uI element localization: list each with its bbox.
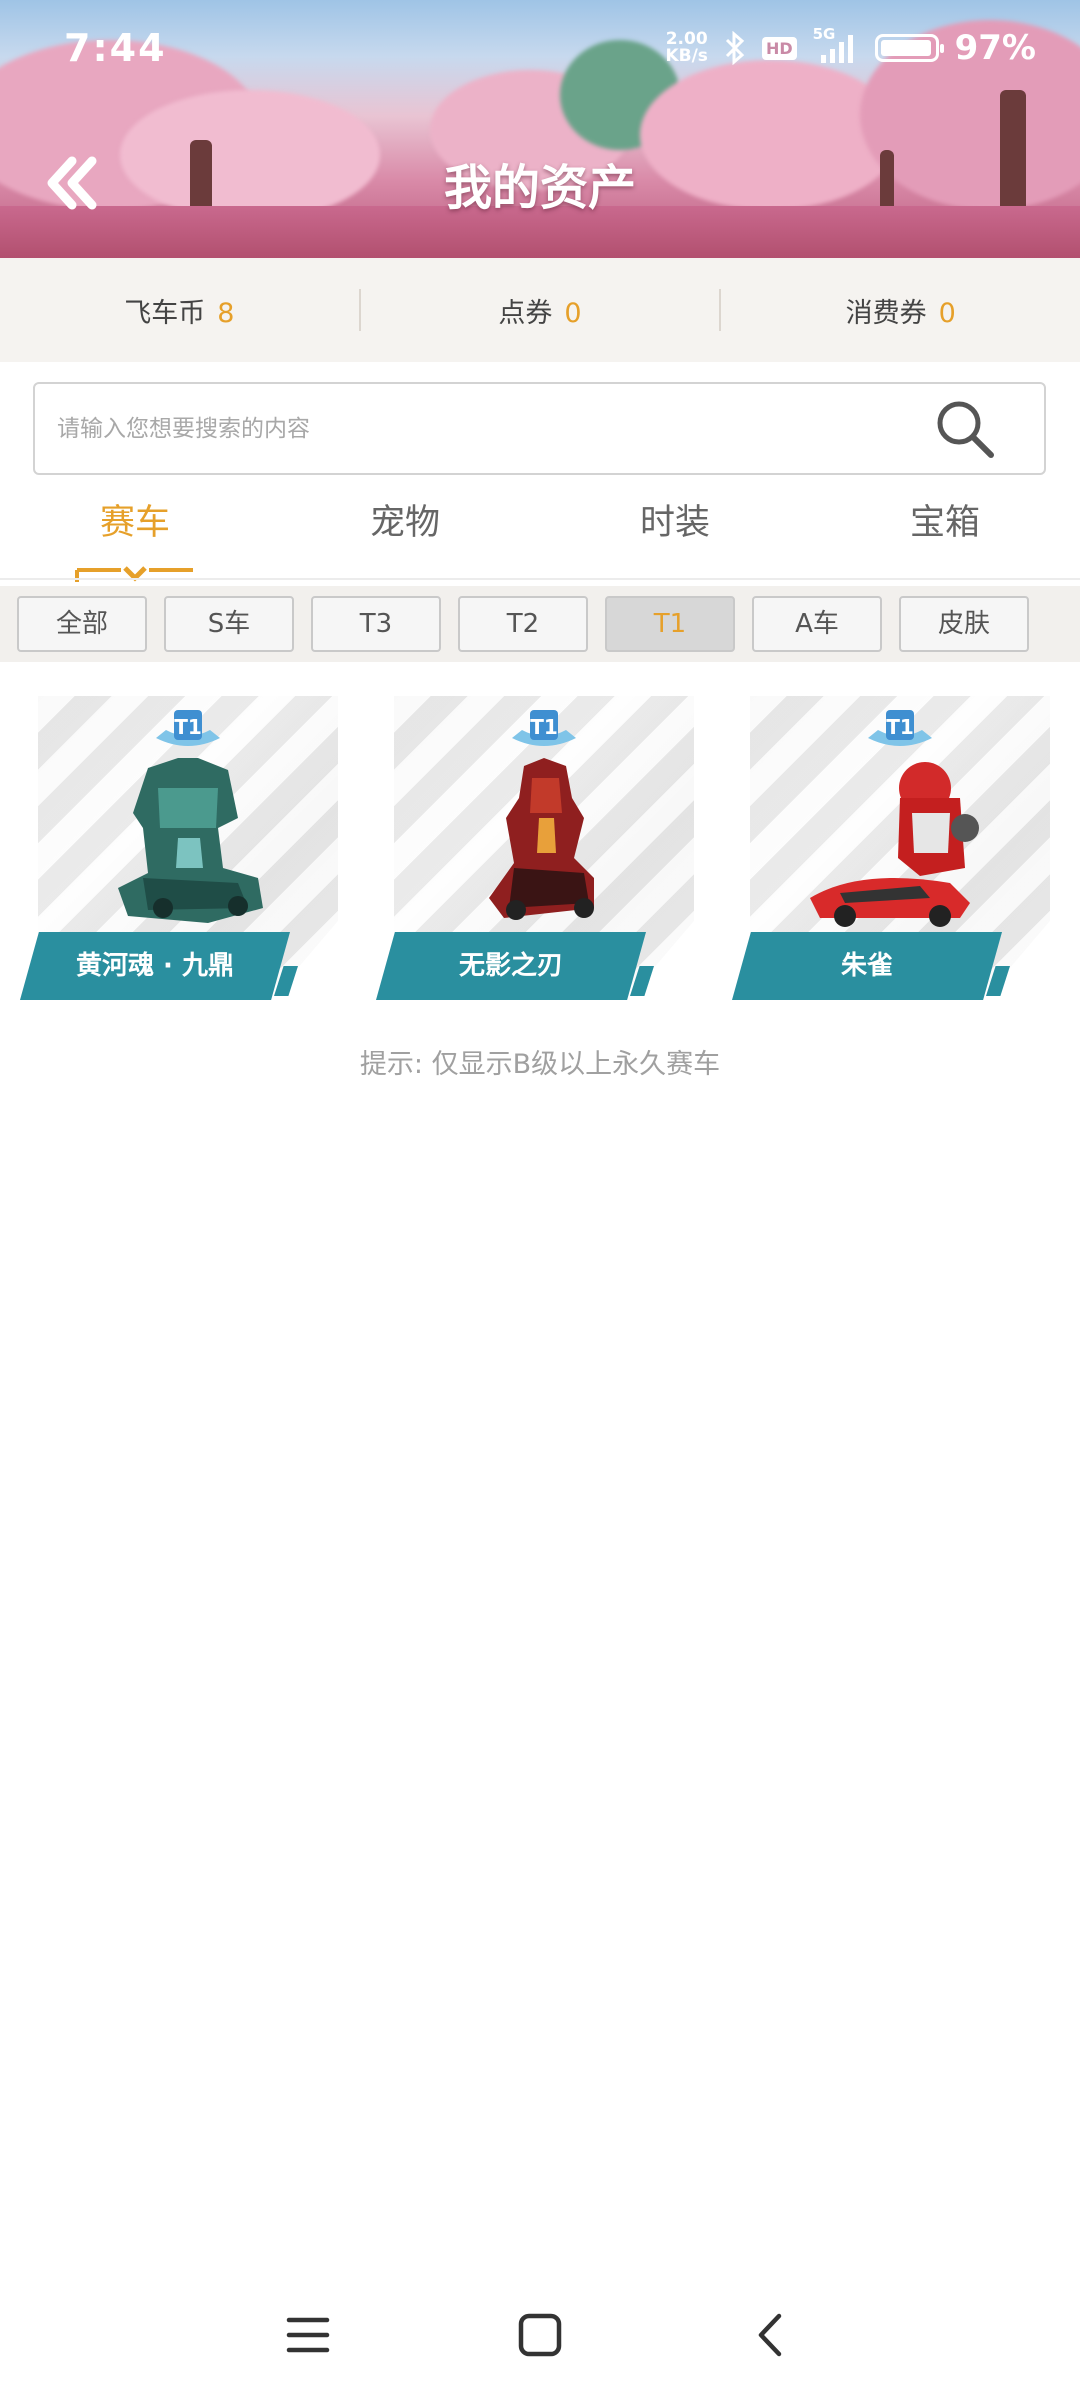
header-banner: 7:44 2.00 KB/s HD 5G 97% 我的资产 — [0, 0, 1080, 258]
menu-button[interactable] — [281, 2308, 335, 2362]
active-tab-indicator — [75, 566, 193, 582]
tab-label: 宝箱 — [909, 503, 980, 543]
search-input[interactable] — [57, 384, 917, 473]
tier-label: T1 — [886, 715, 914, 739]
menu-icon — [286, 2317, 330, 2353]
tier-t1-badge: T1 — [512, 710, 576, 746]
home-square-icon — [518, 2313, 562, 2357]
filter-chip-all[interactable]: 全部 — [17, 596, 147, 652]
currency-label: 点券 — [498, 297, 553, 329]
filter-chip-skin[interactable]: 皮肤 — [899, 596, 1029, 652]
currency-bar: 飞车币 8 点券 0 消费券 0 — [0, 258, 1080, 362]
currency-value: 0 — [564, 297, 582, 329]
filter-chip-t3[interactable]: T3 — [311, 596, 441, 652]
status-time: 7:44 — [64, 26, 167, 70]
tab-label: 赛车 — [99, 503, 170, 543]
tier-t1-badge: T1 — [156, 710, 220, 746]
car-image-mecha-crimson — [810, 762, 979, 927]
currency-points: 点券 0 — [361, 291, 720, 330]
tier-t1-badge: T1 — [868, 710, 932, 746]
tier-label: T1 — [174, 715, 202, 739]
bluetooth-icon — [724, 31, 746, 65]
home-button[interactable] — [513, 2308, 567, 2362]
tab-label: 时装 — [639, 503, 710, 543]
car-card[interactable]: T1 朱雀 — [732, 696, 1068, 1002]
page-title: 我的资产 — [443, 160, 636, 216]
hd-label: HD — [761, 36, 797, 60]
hd-icon: HD — [761, 36, 797, 60]
filter-chip-t2[interactable]: T2 — [458, 596, 588, 652]
system-nav-bar — [0, 2290, 1080, 2376]
tier-label: T1 — [530, 715, 558, 739]
tab-label: 宠物 — [369, 503, 440, 543]
network-label: 5G — [812, 25, 836, 43]
search-box[interactable] — [33, 382, 1046, 475]
currency-label: 飞车币 — [124, 297, 206, 329]
filter-chip-t1[interactable]: T1 — [605, 596, 735, 652]
battery-icon — [874, 34, 944, 62]
car-name-plate: 朱雀 — [732, 932, 1002, 1000]
nav-back-button[interactable] — [745, 2308, 799, 2362]
car-card[interactable]: T1 黄河魂 · 九鼎 — [20, 696, 356, 1002]
currency-label: 消费券 — [845, 297, 927, 329]
car-image-mecha-red — [489, 758, 594, 920]
car-name-plate: 无影之刃 — [376, 932, 646, 1000]
currency-value: 8 — [217, 297, 235, 329]
hint-text: 提示: 仅显示B级以上永久赛车 — [359, 1049, 721, 1080]
car-card[interactable]: T1 无影之刃 — [376, 696, 712, 1002]
category-tabs: 赛车 宠物 时装 宝箱 — [0, 488, 1080, 582]
currency-fly-coin: 飞车币 8 — [0, 291, 359, 330]
filter-chip-s-car[interactable]: S车 — [164, 596, 294, 652]
tab-outfits[interactable]: 时装 — [540, 488, 810, 580]
back-chevron-icon — [758, 2313, 782, 2357]
tab-cars[interactable]: 赛车 — [0, 488, 270, 582]
network-speed-unit: KB/s — [665, 46, 708, 66]
search-icon[interactable] — [934, 398, 996, 460]
filter-bar: 全部 S车 T3 T2 T1 A车 皮肤 — [0, 586, 1080, 662]
battery-percent: 97% — [954, 28, 1036, 68]
status-icons: 2.00 KB/s HD 5G 97% — [665, 25, 1036, 68]
car-name-plate: 黄河魂 · 九鼎 — [20, 932, 290, 1000]
status-bar: 7:44 2.00 KB/s HD 5G 97% — [0, 0, 1080, 100]
network-speed: 2.00 KB/s — [665, 31, 707, 65]
currency-value: 0 — [938, 297, 956, 329]
battery-fill — [880, 40, 932, 56]
currency-voucher: 消费券 0 — [721, 291, 1080, 330]
car-image-mecha-green — [118, 758, 263, 923]
filter-chip-a-car[interactable]: A车 — [752, 596, 882, 652]
tab-pets[interactable]: 宠物 — [270, 488, 540, 580]
signal-5g-icon: 5G — [813, 25, 859, 65]
tab-chests[interactable]: 宝箱 — [810, 488, 1080, 580]
divider — [0, 578, 1080, 580]
